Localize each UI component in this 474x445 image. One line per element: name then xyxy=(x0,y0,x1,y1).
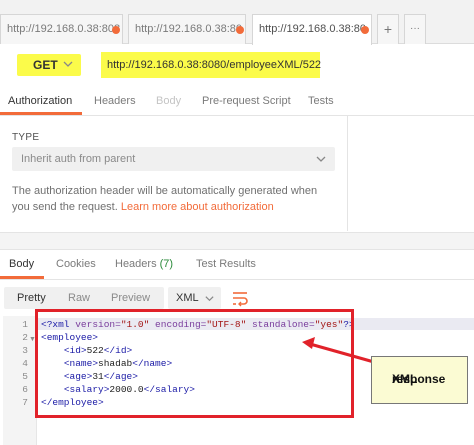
tab-response-cookies[interactable]: Cookies xyxy=(56,258,96,270)
divider xyxy=(0,279,474,280)
chevron-down-icon xyxy=(205,296,214,302)
tab-response-body[interactable]: Body xyxy=(9,258,34,270)
request-tab-2[interactable]: http://192.168.0.38:80 xyxy=(128,14,246,44)
divider xyxy=(0,115,474,116)
format-value: XML xyxy=(176,292,199,304)
url-input[interactable]: http://192.168.0.38:8080/employeeXML/522 xyxy=(101,52,322,78)
annotation-callout: XML response xyxy=(371,356,468,404)
tab-response-headers-label: Headers xyxy=(115,258,157,270)
line-number: 4 xyxy=(22,358,28,369)
line-number: 1 xyxy=(22,319,28,330)
unsaved-dot-icon xyxy=(361,26,369,34)
line-number: 7 xyxy=(22,397,28,408)
annotation-line-2: response xyxy=(392,372,446,386)
url-text: http://192.168.0.38:8080/employeeXML/522 xyxy=(107,59,322,71)
tab-tests[interactable]: Tests xyxy=(308,95,334,107)
add-tab-button[interactable]: + xyxy=(377,14,399,44)
divider xyxy=(347,116,348,231)
request-tab-3[interactable]: http://192.168.0.38:80 xyxy=(252,14,372,45)
wrap-lines-icon[interactable] xyxy=(229,286,251,310)
learn-more-link[interactable]: Learn more about authorization xyxy=(121,201,274,213)
tab-response-headers[interactable]: Headers (7) xyxy=(115,258,173,270)
auth-type-value: Inherit auth from parent xyxy=(21,153,136,165)
format-select[interactable]: XML xyxy=(168,287,221,309)
ellipsis-icon: ··· xyxy=(410,23,420,34)
auth-type-label: TYPE xyxy=(12,132,40,143)
more-tabs-button[interactable]: ··· xyxy=(404,14,426,44)
pretty-button[interactable]: Pretty xyxy=(17,292,46,304)
tab-body[interactable]: Body xyxy=(156,95,181,107)
raw-button[interactable]: Raw xyxy=(68,292,90,304)
panel-separator xyxy=(0,232,474,250)
request-tab-1[interactable]: http://192.168.0.38:808 xyxy=(0,14,123,44)
auth-description: The authorization header will be automat… xyxy=(12,183,337,215)
request-tab-label: http://192.168.0.38:808 xyxy=(7,23,121,35)
line-number: 6 xyxy=(22,384,28,395)
annotation-arrow-icon xyxy=(302,337,375,364)
headers-count-badge: (7) xyxy=(159,258,174,270)
unsaved-dot-icon xyxy=(112,26,120,34)
plus-icon: + xyxy=(383,21,393,37)
unsaved-dot-icon xyxy=(236,26,244,34)
line-number: 3 xyxy=(22,345,28,356)
view-mode-group: Pretty Raw Preview xyxy=(4,287,164,309)
request-tab-label: http://192.168.0.38:80 xyxy=(259,23,367,35)
line-number: 2 xyxy=(22,332,28,343)
chevron-down-icon xyxy=(63,61,73,67)
method-select[interactable]: GET xyxy=(17,54,81,76)
auth-type-select[interactable]: Inherit auth from parent xyxy=(12,147,335,171)
method-label: GET xyxy=(33,58,58,72)
tab-bar: http://192.168.0.38:808 http://192.168.0… xyxy=(0,0,474,45)
tab-headers[interactable]: Headers xyxy=(94,95,136,107)
tab-authorization[interactable]: Authorization xyxy=(8,95,72,107)
line-number: 5 xyxy=(22,371,28,382)
tab-test-results[interactable]: Test Results xyxy=(196,258,256,270)
tab-pre-request-script[interactable]: Pre-request Script xyxy=(202,95,291,107)
chevron-down-icon xyxy=(316,156,326,162)
request-tab-label: http://192.168.0.38:80 xyxy=(135,23,243,35)
preview-button[interactable]: Preview xyxy=(111,292,150,304)
